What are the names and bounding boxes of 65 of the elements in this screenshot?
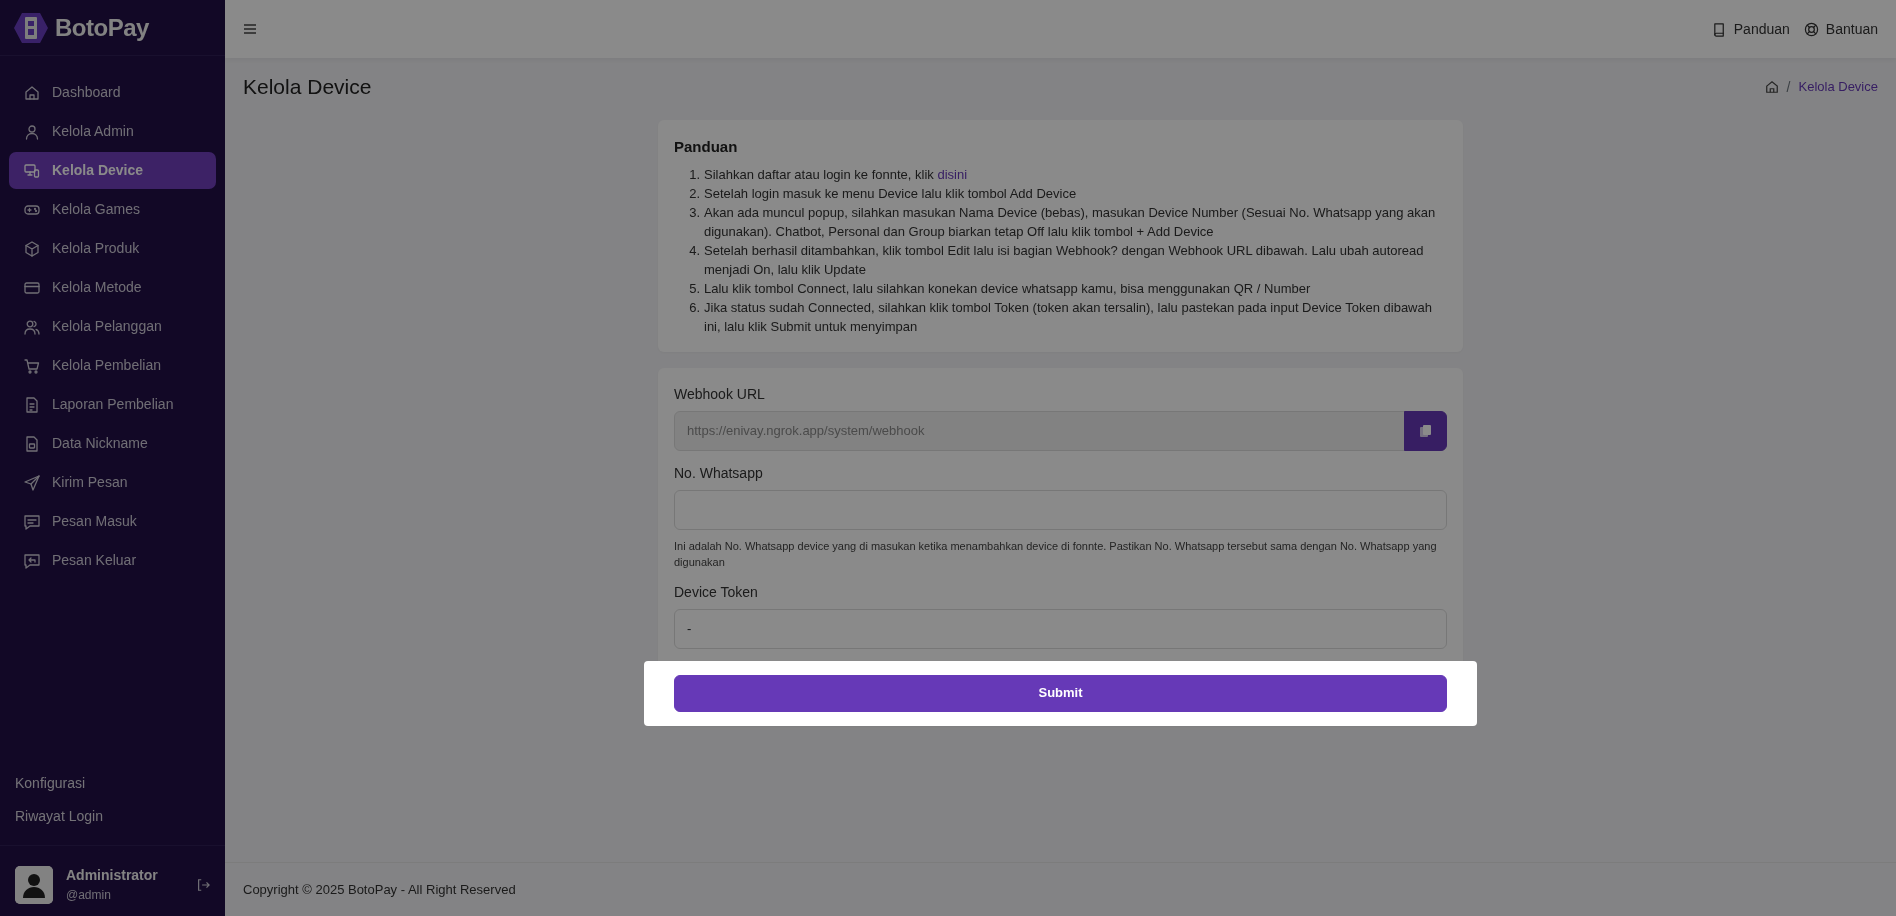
sidebar-item[interactable]: Data Nickname [9, 425, 216, 462]
guide-link[interactable]: disini [937, 166, 968, 182]
devices-icon [24, 162, 40, 179]
step-number: 2. [688, 184, 700, 203]
brand-name: BotoPay [55, 12, 149, 43]
house-icon [24, 84, 40, 101]
user-handle: @admin [66, 887, 112, 904]
sidebar-item[interactable]: Laporan Pembelian [9, 386, 216, 423]
sidebar-item[interactable]: Kelola Produk [9, 230, 216, 267]
sidebar-item[interactable]: Kelola Device [9, 152, 216, 189]
user-name: Administrator [66, 866, 159, 885]
guide-step: Jika status sudah Connected, silahkan klik tombol Token (token akan tersalin), lalu pastekan pada input Device Token dibawah ini, lalu klik Submit untuk menyimpan [704, 297, 1447, 336]
step-number: 3. [688, 203, 700, 222]
copyright-text: Copyright © 2025 BotoPay - All Right Reserved [243, 880, 516, 899]
guide-step: Setelah login masuk ke menu Device lalu klik tombol Add Device [704, 183, 1077, 203]
guide-step: Setelah berhasil ditambahkan, klik tombol Edit lalu isi bagian Webhook? dengan Webhook URL dibawah. Lalu ubah autoread menjadi On, lalu klik Update [704, 240, 1447, 279]
people-icon [24, 318, 40, 335]
field-label: Device Token [674, 582, 758, 602]
sidebar-link[interactable]: Riwayat Login [0, 800, 118, 833]
copy-button[interactable] [1404, 410, 1447, 451]
copy-icon [1419, 424, 1432, 439]
sidebar-item[interactable]: Kirim Pesan [9, 464, 216, 501]
step-number: 6. [688, 298, 700, 317]
sidebar-item[interactable]: Kelola Pelanggan [9, 308, 216, 345]
step-number: 1. [688, 165, 700, 184]
sidebar-item[interactable]: Pesan Keluar [9, 542, 216, 579]
cart-icon [24, 357, 40, 374]
chat-icon [24, 513, 40, 530]
sidebar-link[interactable]: Konfigurasi [0, 767, 101, 800]
sidebar-item[interactable]: Kelola Metode [9, 269, 216, 306]
breadcrumb-separator: / [1786, 77, 1791, 97]
guide-title: Panduan [674, 137, 739, 157]
input-field[interactable]: - [674, 608, 1447, 649]
topbar-link[interactable]: Panduan [1711, 18, 1790, 40]
cube-icon [24, 240, 40, 257]
field-label: Webhook URL [674, 384, 765, 404]
sidebar-item[interactable]: Kelola Admin [9, 113, 216, 150]
breadcrumb-item: Kelola Device [1798, 78, 1878, 97]
lifebuoy-icon [1803, 21, 1819, 37]
guide-step: Akan ada muncul popup, silahkan masukan Nama Device (bebas), masukan Device Number (Sesuai No. Whatsapp yang akan digunakan). Chatbot, Personal dan Group biarkan tetap Off lalu klik tombol + Add Device [704, 202, 1447, 241]
sidebar-item[interactable]: Dashboard [9, 74, 216, 111]
guide-step: Silahkan daftar atau login ke fonnte, klik disini [704, 164, 968, 184]
step-number: 5. [688, 279, 700, 298]
avatar-icon [15, 865, 53, 904]
menu-icon[interactable] [243, 23, 257, 35]
page-title: Kelola Device [243, 74, 372, 100]
logout-icon[interactable] [196, 877, 210, 892]
book-icon [1711, 21, 1727, 37]
topbar-link[interactable]: Bantuan [1803, 18, 1878, 40]
person-icon [24, 123, 40, 140]
hexagon-logo-icon [13, 11, 49, 44]
credit-card-icon [24, 279, 40, 296]
step-number: 4. [688, 241, 700, 260]
home-icon[interactable] [1764, 80, 1779, 94]
guide-step: Lalu klik tombol Connect, lalu silahkan konekan device whatsapp kamu, bisa menggunakan QR / Number [704, 278, 1311, 298]
submit-button[interactable]: Submit [674, 674, 1447, 712]
sidebar-item[interactable]: Kelola Pembelian [9, 347, 216, 384]
document-icon [24, 396, 40, 413]
field-label: No. Whatsapp [674, 463, 763, 483]
id-document-icon [24, 435, 40, 452]
reply-chat-icon [24, 552, 40, 569]
paper-plane-icon [24, 474, 40, 491]
sidebar-item[interactable]: Pesan Masuk [9, 503, 216, 540]
help-text: Ini adalah No. Whatsapp device yang di masukan ketika menambahkan device di fonnte. Pastikan No. Whatsapp tersebut sama dengan No. Whatsapp yang digunakan [674, 538, 1438, 570]
sidebar-item[interactable]: Kelola Games [9, 191, 216, 228]
